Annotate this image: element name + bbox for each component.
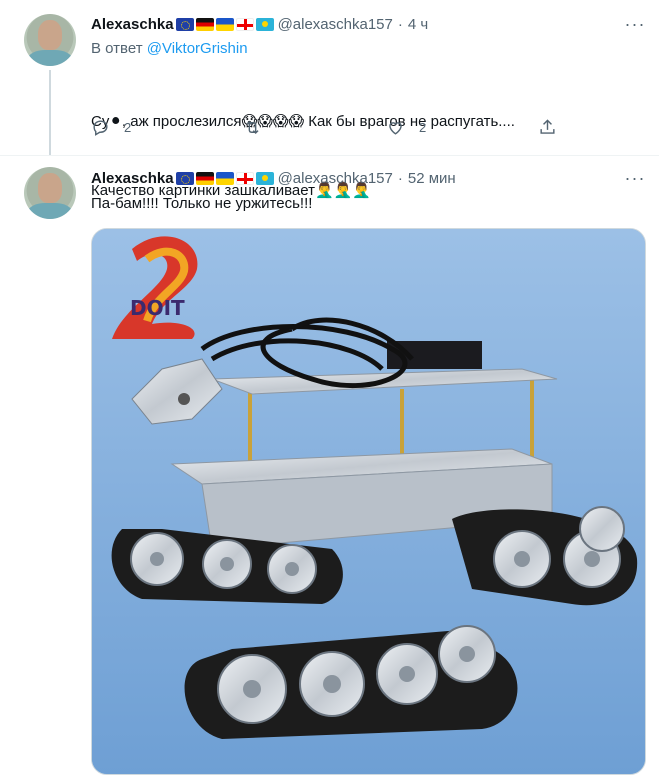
like-button[interactable]: 2 (386, 118, 426, 137)
like-count: 2 (419, 120, 427, 135)
author-flags (175, 17, 274, 31)
avatar[interactable] (24, 167, 76, 219)
reply-button[interactable]: 2 (91, 118, 131, 137)
germany-flag-icon (195, 17, 214, 31)
author-name[interactable]: Alexaschka (91, 16, 174, 33)
eu-flag-icon (175, 171, 194, 185)
germany-flag-icon (195, 171, 214, 185)
kazakhstan-flag-icon (255, 17, 274, 31)
retweet-button[interactable] (243, 118, 276, 137)
tweet-media-image[interactable]: DOIT (91, 228, 646, 775)
thread-connector-line (49, 70, 51, 156)
tweet-timestamp[interactable]: 52 мин (408, 170, 456, 187)
avatar-face (38, 20, 62, 50)
heart-icon (389, 122, 402, 135)
avatar-shirt (28, 203, 72, 219)
author-name[interactable]: Alexaschka (91, 170, 174, 187)
avatar[interactable] (24, 14, 76, 66)
more-options-icon[interactable]: ··· (625, 14, 645, 34)
author-handle[interactable]: @alexaschka157 (278, 16, 393, 33)
retweet-icon (246, 120, 259, 135)
tweet-1[interactable]: Alexaschka @alexaschka157 · 4 ч ··· В от… (0, 0, 659, 199)
tweet-text: Па-бам!!!! Только не уржитесь!!! (91, 195, 313, 212)
tweet-timestamp[interactable]: 4 ч (408, 16, 428, 33)
avatar-shirt (28, 50, 72, 66)
tweet-header: Alexaschka @alexaschka157 · 4 ч (91, 14, 428, 34)
georgia-flag-icon (235, 171, 254, 185)
eu-flag-icon (175, 17, 194, 31)
georgia-flag-icon (235, 17, 254, 31)
separator-dot: · (397, 169, 403, 187)
ukraine-flag-icon (215, 17, 234, 31)
reply-mention-link[interactable]: @ViktorGrishin (147, 40, 248, 57)
author-handle[interactable]: @alexaschka157 (278, 170, 393, 187)
share-button[interactable] (538, 118, 557, 137)
reply-prefix: В ответ (91, 40, 147, 57)
tweet-header: Alexaschka @alexaschka157 · 52 мин (91, 168, 456, 188)
doit-logo-text: DOIT (130, 296, 185, 320)
separator-dot: · (397, 15, 403, 33)
tweet-actions: 2 2 (91, 118, 556, 142)
reply-icon (93, 120, 108, 136)
ukraine-flag-icon (215, 171, 234, 185)
reply-count: 2 (124, 120, 132, 135)
author-flags (175, 171, 274, 185)
more-options-icon[interactable]: ··· (625, 168, 645, 188)
reply-context: В ответ @ViktorGrishin (91, 40, 248, 57)
avatar-face (38, 173, 62, 203)
share-icon (540, 119, 555, 134)
kazakhstan-flag-icon (255, 171, 274, 185)
robot-tank-photo: DOIT (92, 229, 645, 774)
